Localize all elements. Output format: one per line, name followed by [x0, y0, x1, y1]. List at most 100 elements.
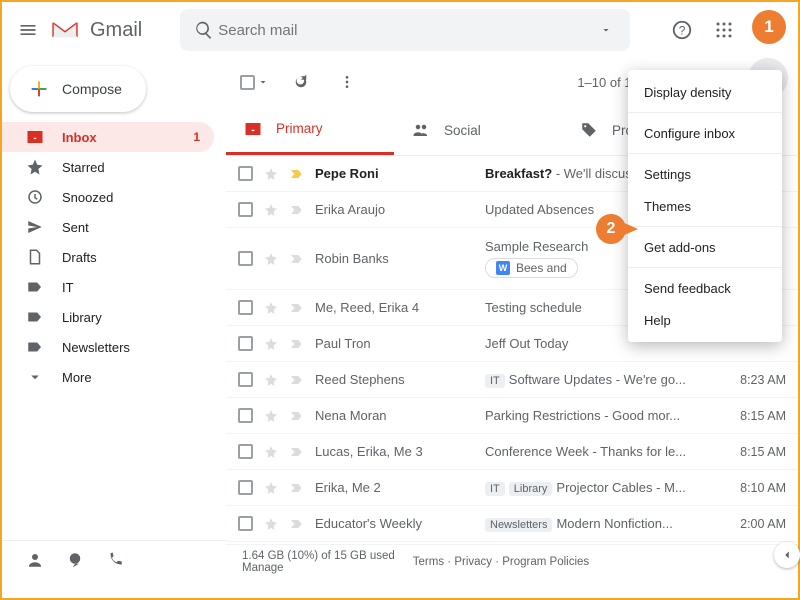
sidebar-item-count: 1	[193, 130, 200, 144]
importance-icon[interactable]	[289, 166, 305, 182]
settings-menu: Display density Configure inbox Settings…	[628, 70, 782, 342]
search-icon[interactable]	[190, 16, 218, 44]
sidebar-item-drafts[interactable]: Drafts	[2, 242, 214, 272]
app-title: Gmail	[90, 19, 142, 42]
star-icon[interactable]	[263, 516, 279, 532]
importance-icon[interactable]	[289, 202, 305, 218]
table-row[interactable]: Erika, Me 2ITLibraryProjector Cables - M…	[226, 470, 798, 506]
phone-icon[interactable]	[106, 551, 124, 569]
settings-menu-item[interactable]: Send feedback	[628, 272, 782, 304]
svg-text:?: ?	[679, 24, 686, 38]
side-panel-toggle[interactable]	[774, 542, 800, 568]
star-icon	[26, 158, 44, 176]
star-icon[interactable]	[263, 372, 279, 388]
row-checkbox[interactable]	[238, 300, 253, 315]
sidebar-item-it[interactable]: IT	[2, 272, 214, 302]
sidebar-item-inbox[interactable]: Inbox 1	[2, 122, 214, 152]
policies-link[interactable]: Program Policies	[502, 556, 589, 568]
importance-icon[interactable]	[289, 251, 305, 267]
sidebar-bottom-bar	[2, 540, 226, 578]
settings-menu-item[interactable]: Help	[628, 304, 782, 336]
table-row[interactable]: Educator's Weekly NewslettersModern Nonfi…	[226, 506, 798, 542]
more-button[interactable]	[333, 68, 361, 96]
star-icon[interactable]	[263, 408, 279, 424]
search-bar[interactable]	[180, 9, 630, 51]
sidebar-item-label: Drafts	[62, 250, 97, 265]
search-input[interactable]	[218, 22, 592, 39]
send-icon	[26, 218, 44, 236]
tab-primary[interactable]: Primary	[226, 105, 394, 155]
tag-icon	[580, 121, 598, 139]
refresh-button[interactable]	[287, 68, 315, 96]
row-checkbox[interactable]	[238, 202, 253, 217]
sidebar-item-snoozed[interactable]: Snoozed	[2, 182, 214, 212]
importance-icon[interactable]	[289, 516, 305, 532]
contacts-icon[interactable]	[26, 551, 44, 569]
sidebar-item-label: Inbox	[62, 130, 97, 145]
sidebar-item-more[interactable]: More	[2, 362, 214, 392]
mail-sender: Educator's Weekly	[315, 516, 475, 531]
apps-grid-icon[interactable]	[710, 16, 738, 44]
table-row[interactable]: Reed StephensITSoftware Updates - We're …	[226, 362, 798, 398]
star-icon[interactable]	[263, 166, 279, 182]
sidebar-item-label: Snoozed	[62, 190, 113, 205]
storage-text: 1.64 GB (10%) of 15 GB used	[242, 550, 395, 562]
tab-social[interactable]: Social	[394, 105, 562, 155]
star-icon[interactable]	[263, 202, 279, 218]
table-row[interactable]: Nena MoranParking Restrictions - Good mo…	[226, 398, 798, 434]
mail-sender: Lucas, Erika, Me 3	[315, 444, 475, 459]
chevron-left-icon	[780, 548, 794, 562]
file-icon	[26, 248, 44, 266]
settings-menu-item[interactable]: Display density	[628, 76, 782, 108]
sidebar-item-sent[interactable]: Sent	[2, 212, 214, 242]
callout-label: 2	[607, 220, 616, 238]
importance-icon[interactable]	[289, 300, 305, 316]
star-icon[interactable]	[263, 444, 279, 460]
settings-menu-item[interactable]: Get add-ons	[628, 231, 782, 263]
row-checkbox[interactable]	[238, 480, 253, 495]
row-checkbox[interactable]	[238, 251, 253, 266]
attachment-chip[interactable]: WBees and	[485, 258, 578, 278]
importance-icon[interactable]	[289, 444, 305, 460]
search-options-button[interactable]	[592, 16, 620, 44]
privacy-link[interactable]: Privacy	[454, 556, 492, 568]
star-icon[interactable]	[263, 251, 279, 267]
manage-link[interactable]: Manage	[242, 562, 284, 574]
settings-menu-item[interactable]: Configure inbox	[628, 117, 782, 149]
sidebar-item-library[interactable]: Library	[2, 302, 214, 332]
mail-time: 8:15 AM	[720, 445, 786, 459]
label-icon	[26, 338, 44, 356]
sidebar-item-starred[interactable]: Starred	[2, 152, 214, 182]
main-menu-button[interactable]	[14, 16, 42, 44]
table-row[interactable]: Lucas, Erika, Me 3Conference Week - Than…	[226, 434, 798, 470]
header: Gmail ?	[2, 2, 798, 58]
compose-label: Compose	[62, 81, 122, 97]
settings-menu-item[interactable]: Themes	[628, 190, 782, 222]
help-icon[interactable]: ?	[668, 16, 696, 44]
mail-sender: Erika, Me 2	[315, 480, 475, 495]
terms-link[interactable]: Terms	[413, 556, 444, 568]
row-checkbox[interactable]	[238, 372, 253, 387]
gmail-logo-icon	[50, 19, 80, 41]
tab-label: Primary	[276, 121, 323, 136]
importance-icon[interactable]	[289, 336, 305, 352]
mail-subject: ITSoftware Updates - We're go...	[485, 372, 710, 388]
star-icon[interactable]	[263, 336, 279, 352]
row-checkbox[interactable]	[238, 336, 253, 351]
importance-icon[interactable]	[289, 480, 305, 496]
hangouts-icon[interactable]	[66, 551, 84, 569]
mail-subject: NewslettersModern Nonfiction...	[485, 516, 710, 532]
select-all-checkbox[interactable]	[240, 75, 269, 90]
row-checkbox[interactable]	[238, 444, 253, 459]
star-icon[interactable]	[263, 300, 279, 316]
row-checkbox[interactable]	[238, 516, 253, 531]
importance-icon[interactable]	[289, 372, 305, 388]
row-checkbox[interactable]	[238, 166, 253, 181]
importance-icon[interactable]	[289, 408, 305, 424]
compose-button[interactable]: Compose	[10, 66, 146, 112]
sidebar-item-newsletters[interactable]: Newsletters	[2, 332, 214, 362]
label-icon	[26, 308, 44, 326]
settings-menu-item[interactable]: Settings	[628, 158, 782, 190]
star-icon[interactable]	[263, 480, 279, 496]
row-checkbox[interactable]	[238, 408, 253, 423]
